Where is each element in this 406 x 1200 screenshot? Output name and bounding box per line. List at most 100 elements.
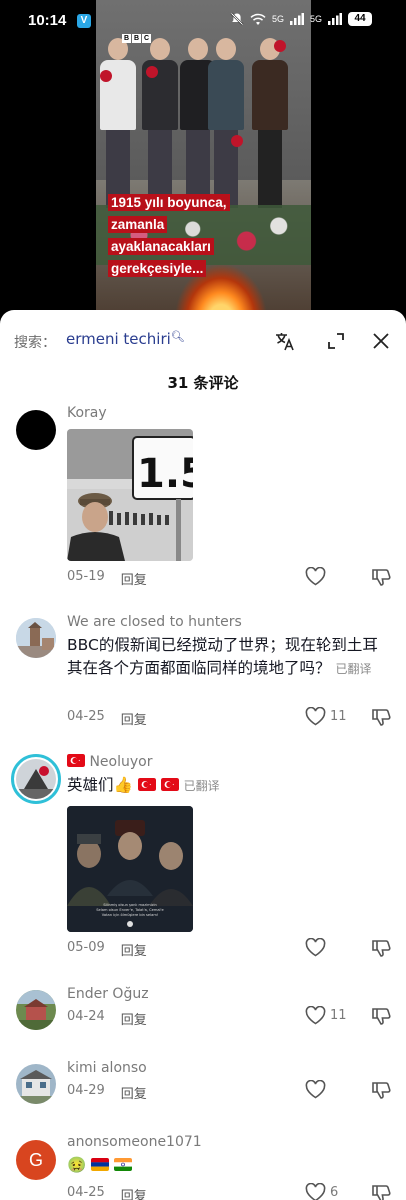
child-figure: [100, 38, 136, 208]
avatar-image: [16, 1064, 56, 1104]
image-caption-line: Vatan için ölmüşlere bin selam!: [102, 913, 159, 917]
reply-button[interactable]: 回复: [121, 1009, 147, 1028]
expand-icon[interactable]: [323, 328, 349, 354]
search-icon: 🔍︎: [170, 330, 185, 343]
comment-date: 05-09: [67, 940, 105, 955]
like-button[interactable]: 11: [305, 1006, 347, 1025]
avatar[interactable]: [11, 754, 61, 804]
comment-meta: 04-25 回复: [67, 1185, 147, 1200]
like-count: 6: [330, 1185, 339, 1200]
comment-meta: 04-29 回复: [67, 1083, 147, 1102]
comment-date: 04-24: [67, 1009, 105, 1024]
like-button[interactable]: [305, 938, 330, 957]
comment-username[interactable]: Koray: [67, 405, 107, 421]
comment-meta: 04-24 回复: [67, 1009, 147, 1028]
search-term-text: ermeni techiri: [66, 330, 171, 348]
comment-username-row[interactable]: Neoluyor: [67, 754, 152, 770]
comment-text: 英雄们👍: [67, 776, 133, 794]
close-icon[interactable]: [368, 328, 394, 354]
heart-icon: [305, 1006, 326, 1025]
avatar[interactable]: [16, 990, 56, 1030]
translate-icon[interactable]: [272, 328, 298, 354]
india-flag-icon: [114, 1158, 133, 1171]
signal-icon: [289, 13, 304, 25]
red-carnation: [231, 135, 243, 147]
avatar[interactable]: [16, 1064, 56, 1104]
like-count: 11: [330, 709, 347, 724]
avatar-image: [16, 990, 56, 1030]
comment-text: BBC的假新闻已经搅动了世界；现在轮到土耳其在各个方面都面临同样的境地了吗？: [67, 636, 378, 677]
comments-sheet: 搜索： ermeni techiri🔍︎ 31 条评论: [0, 310, 406, 1200]
dislike-button[interactable]: [371, 1183, 391, 1200]
heart-icon: [305, 1080, 326, 1099]
turkey-flag-icon: [67, 754, 85, 767]
like-button[interactable]: [305, 567, 330, 586]
comment-image-graphic: 1.5: [67, 429, 193, 561]
like-count: 11: [330, 1008, 347, 1023]
reply-button[interactable]: 回复: [121, 940, 147, 959]
search-suggestion-link[interactable]: ermeni techiri🔍︎: [66, 330, 185, 348]
app-notification-icon: V: [77, 14, 91, 28]
child-figure: [252, 38, 288, 208]
like-button[interactable]: [305, 1080, 330, 1099]
avatar[interactable]: [16, 618, 56, 658]
heart-icon: [305, 707, 326, 726]
comment-username[interactable]: Ender Oğuz: [67, 986, 149, 1002]
search-label: 搜索：: [14, 335, 56, 351]
avatar[interactable]: [16, 410, 56, 450]
comment-meta: 05-09 回复: [67, 940, 147, 959]
avatar-image: [16, 759, 56, 799]
mute-bell-icon: [230, 12, 244, 26]
comment-date: 05-19: [67, 569, 105, 584]
comment-text-block: 🤢: [67, 1154, 392, 1177]
thumbs-down-icon: [372, 1008, 391, 1025]
comment-date: 04-29: [67, 1083, 105, 1098]
translated-label[interactable]: 已翻译: [335, 662, 371, 676]
image-caption-line: Selam olsun Enver'e, Talat'a, Cemal'e: [96, 908, 164, 912]
avatar[interactable]: G: [16, 1140, 56, 1180]
reply-button[interactable]: 回复: [121, 1083, 147, 1102]
comment-username[interactable]: kimi alonso: [67, 1060, 147, 1076]
comment-username[interactable]: anonsomeone1071: [67, 1134, 202, 1150]
sign-text: 1.5: [137, 451, 193, 497]
comment-text: 🤢: [67, 1156, 87, 1174]
screen: B B C 1915 yılı boyunca, zamanla ayaklan…: [0, 0, 406, 1200]
dislike-button[interactable]: [371, 938, 391, 962]
turkey-flag-icon: [137, 778, 156, 791]
comment-text-block: BBC的假新闻已经搅动了世界；现在轮到土耳其在各个方面都面临同样的境地了吗？ 已…: [67, 634, 392, 681]
child-figure: [142, 38, 178, 208]
dislike-button[interactable]: [371, 567, 391, 591]
caption-line: 1915 yılı boyunca,: [108, 194, 230, 211]
video-caption: 1915 yılı boyunca, zamanla ayaklanacakla…: [108, 192, 243, 280]
network-label: 5G: [271, 14, 284, 24]
caption-line: gerekçesiyle...: [108, 260, 207, 277]
reply-button[interactable]: 回复: [121, 569, 147, 588]
dislike-button[interactable]: [371, 1006, 391, 1030]
reply-button[interactable]: 回复: [121, 709, 147, 728]
avatar-image: [16, 618, 56, 658]
like-button[interactable]: 6: [305, 1183, 338, 1200]
status-bar: 10:14 V 5G 5G 44: [0, 0, 406, 44]
network-label: 5G: [309, 14, 322, 24]
heart-icon: [305, 1183, 326, 1200]
child-figure: [208, 38, 244, 208]
reply-button[interactable]: 回复: [121, 1185, 147, 1200]
thumbs-down-icon: [372, 940, 391, 957]
thumbs-down-icon: [372, 1185, 391, 1200]
dislike-button[interactable]: [371, 707, 391, 731]
red-carnation: [146, 66, 158, 78]
system-icons: 5G 5G 44: [230, 12, 372, 26]
comment-date: 04-25: [67, 709, 105, 724]
wifi-icon: [250, 13, 266, 25]
thumbs-down-icon: [372, 1082, 391, 1099]
comment-username[interactable]: We are closed to hunters: [67, 614, 242, 630]
caption-line: zamanla: [108, 216, 168, 233]
comment-image[interactable]: 1.5: [67, 429, 193, 561]
search-row: 搜索： ermeni techiri🔍︎: [0, 326, 406, 358]
like-button[interactable]: 11: [305, 707, 347, 726]
clock: 10:14: [28, 12, 67, 29]
image-caption-line: Silinmiş olsun şanlı mazimizin: [103, 903, 157, 907]
dislike-button[interactable]: [371, 1080, 391, 1104]
translated-label[interactable]: 已翻译: [184, 779, 220, 793]
comment-image[interactable]: Silinmiş olsun şanlı mazimizin Selam ols…: [67, 806, 193, 932]
